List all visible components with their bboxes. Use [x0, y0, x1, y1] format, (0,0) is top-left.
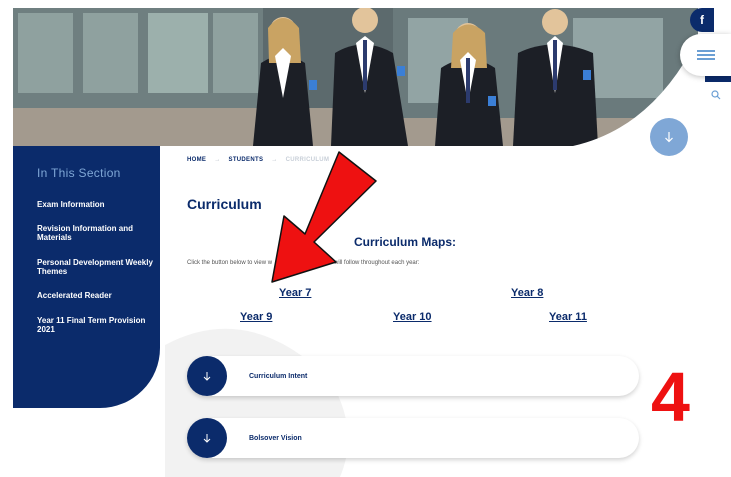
- breadcrumb: HOME → STUDENTS → CURRICULUM: [187, 157, 329, 163]
- arrow-down-icon: [203, 434, 211, 443]
- sidebar-item-revision[interactable]: Revision Information and Materials: [37, 224, 155, 242]
- facebook-button[interactable]: f: [690, 8, 714, 32]
- breadcrumb-separator: →: [214, 157, 221, 163]
- accordion-label: Bolsover Vision: [249, 434, 302, 442]
- breadcrumb-separator: →: [271, 157, 278, 163]
- search-button[interactable]: [700, 84, 731, 106]
- intro-text-start: Click the button below to view w: [187, 260, 273, 266]
- breadcrumb-home[interactable]: HOME: [187, 157, 206, 163]
- annotation-number: 4: [651, 358, 690, 436]
- breadcrumb-current: CURRICULUM: [285, 157, 330, 163]
- accordion-toggle[interactable]: [187, 356, 227, 396]
- hero-image: [13, 8, 698, 146]
- menu-button[interactable]: [680, 34, 731, 76]
- breadcrumb-students[interactable]: STUDENTS: [229, 157, 264, 163]
- year-8-link[interactable]: Year 8: [511, 287, 543, 299]
- sidebar-title: In This Section: [37, 166, 121, 180]
- year-7-link[interactable]: Year 7: [279, 287, 311, 299]
- year-10-link[interactable]: Year 10: [393, 311, 432, 323]
- sidebar-item-exam-information[interactable]: Exam Information: [37, 200, 155, 209]
- intro-text-end: will follow throughout each year:: [334, 260, 420, 266]
- accordion-curriculum-intent[interactable]: Curriculum Intent: [187, 356, 639, 396]
- arrow-down-icon: [665, 132, 673, 143]
- accordion-label: Curriculum Intent: [249, 372, 308, 380]
- year-9-link[interactable]: Year 9: [240, 311, 272, 323]
- arrow-down-icon: [203, 372, 211, 381]
- sidebar-item-personal-development[interactable]: Personal Development Weekly Themes: [37, 258, 155, 276]
- curriculum-maps-heading: Curriculum Maps:: [354, 235, 457, 249]
- search-icon: [710, 90, 720, 100]
- sidebar-item-year11-provision[interactable]: Year 11 Final Term Provision 2021: [37, 316, 155, 334]
- accordion-toggle[interactable]: [187, 418, 227, 458]
- hamburger-icon: [696, 48, 715, 62]
- section-sidebar: In This Section Exam Information Revisio…: [13, 146, 160, 408]
- year-11-link[interactable]: Year 11: [549, 311, 587, 323]
- accordion-bolsover-vision[interactable]: Bolsover Vision: [187, 418, 639, 458]
- facebook-icon: f: [700, 13, 704, 27]
- intro-text: Click the button below to view w will fol…: [187, 260, 419, 266]
- page-title: Curriculum: [187, 196, 262, 212]
- sidebar-item-accelerated-reader[interactable]: Accelerated Reader: [37, 291, 155, 300]
- scroll-down-button[interactable]: [650, 118, 688, 156]
